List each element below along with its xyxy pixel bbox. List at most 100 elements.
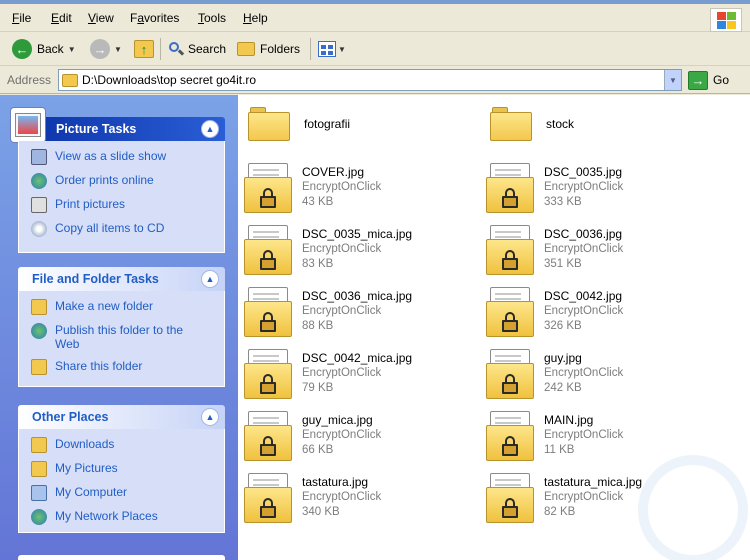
standard-toolbar: ← Back ▼ → ▼ ↑ Search Folders ▼: [0, 32, 750, 66]
file-folder-tasks-body: Make a new folder Publish this folder to…: [18, 291, 225, 387]
file-size: 351 KB: [544, 258, 582, 270]
search-icon: [168, 41, 185, 57]
encrypted-file-icon: [244, 287, 292, 337]
menu-tools[interactable]: Tools: [198, 11, 226, 25]
file-item[interactable]: COVER.jpg EncryptOnClick 43 KB: [244, 163, 381, 213]
file-type: EncryptOnClick: [544, 181, 624, 193]
file-name: tastatura.jpg: [302, 475, 369, 489]
toolbar-divider: [310, 38, 311, 60]
views-button[interactable]: ▼: [318, 37, 346, 61]
lock-icon: [260, 436, 276, 457]
search-label: Search: [188, 42, 227, 56]
file-type: EncryptOnClick: [544, 305, 624, 317]
lock-icon: [260, 498, 276, 519]
task-copy-to-cd[interactable]: Copy all items to CD: [31, 221, 214, 237]
task-label: Publish this folder to the Web: [55, 323, 184, 351]
file-size: 11 KB: [544, 444, 575, 456]
up-folder-button[interactable]: ↑: [134, 37, 154, 61]
menu-edit[interactable]: Edit: [51, 11, 72, 25]
task-label: Order prints online: [55, 173, 154, 187]
menu-file[interactable]: File: [12, 11, 31, 25]
file-folder-tasks-title: File and Folder Tasks: [32, 272, 159, 286]
place-downloads[interactable]: Downloads: [31, 437, 214, 453]
encrypted-file-icon: [486, 287, 534, 337]
menu-help[interactable]: Help: [243, 11, 268, 25]
file-type: EncryptOnClick: [302, 367, 382, 379]
toolbar-divider: [160, 38, 161, 60]
collapse-chevron-icon[interactable]: ▲: [201, 270, 219, 288]
encrypted-file-icon: [486, 473, 534, 523]
file-type: EncryptOnClick: [544, 367, 624, 379]
task-make-new-folder[interactable]: Make a new folder: [31, 299, 214, 315]
file-item[interactable]: DSC_0035.jpg EncryptOnClick 333 KB: [486, 163, 623, 213]
task-print-pictures[interactable]: Print pictures: [31, 197, 214, 213]
folder-icon: [31, 437, 47, 453]
address-dropdown-button[interactable]: ▼: [664, 70, 681, 90]
file-item[interactable]: DSC_0035_mica.jpg EncryptOnClick 83 KB: [244, 225, 412, 275]
views-icon: [318, 41, 336, 57]
file-item[interactable]: guy_mica.jpg EncryptOnClick 66 KB: [244, 411, 381, 461]
place-my-pictures[interactable]: My Pictures: [31, 461, 214, 477]
back-arrow-icon: ←: [12, 39, 32, 59]
address-input[interactable]: D:\Downloads\top secret go4it.ro ▼: [58, 69, 682, 91]
file-item[interactable]: DSC_0042.jpg EncryptOnClick 326 KB: [486, 287, 623, 337]
other-places-header[interactable]: Other Places ▲: [18, 405, 225, 429]
slideshow-icon: [31, 149, 47, 165]
file-item[interactable]: tastatura.jpg EncryptOnClick 340 KB: [244, 473, 381, 523]
globe-icon: [31, 323, 47, 339]
place-my-network-places[interactable]: My Network Places: [31, 509, 214, 525]
file-name: DSC_0035_mica.jpg: [302, 227, 413, 241]
details-panel-edge: [18, 555, 225, 560]
back-button[interactable]: ← Back ▼: [12, 37, 76, 61]
forward-button[interactable]: → ▼: [90, 37, 122, 61]
collapse-chevron-icon[interactable]: ▲: [201, 120, 219, 138]
folder-icon: [490, 107, 532, 141]
file-item[interactable]: tastatura_mica.jpg EncryptOnClick 82 KB: [486, 473, 642, 523]
new-folder-icon: [31, 299, 47, 315]
lock-icon: [502, 498, 518, 519]
folder-name: stock: [546, 117, 575, 131]
file-size: 83 KB: [302, 258, 334, 270]
go-button[interactable]: → Go: [688, 70, 729, 90]
menu-favorites[interactable]: Favorites: [130, 11, 179, 25]
menu-view[interactable]: View: [88, 11, 114, 25]
chevron-down-icon: ▼: [338, 44, 346, 54]
folders-button[interactable]: Folders: [237, 37, 300, 61]
task-view-slide-show[interactable]: View as a slide show: [31, 149, 214, 165]
picture-tasks-header[interactable]: Picture Tasks ▲: [10, 107, 225, 143]
address-value: D:\Downloads\top secret go4it.ro: [82, 73, 257, 87]
file-type: EncryptOnClick: [302, 429, 382, 441]
task-label: Share this folder: [55, 359, 143, 373]
file-folder-tasks-header[interactable]: File and Folder Tasks ▲: [18, 267, 225, 291]
watermark-graphic: [638, 455, 748, 560]
lock-icon: [260, 188, 276, 209]
go-arrow-icon: →: [688, 70, 708, 90]
file-type: EncryptOnClick: [544, 429, 624, 441]
file-item[interactable]: DSC_0036_mica.jpg EncryptOnClick 88 KB: [244, 287, 412, 337]
folder-item[interactable]: fotografii: [248, 99, 350, 141]
file-item[interactable]: MAIN.jpg EncryptOnClick 11 KB: [486, 411, 623, 461]
file-type: EncryptOnClick: [302, 181, 382, 193]
up-arrow-icon: ↑: [134, 40, 154, 58]
task-order-prints-online[interactable]: Order prints online: [31, 173, 214, 189]
task-publish-folder-web[interactable]: Publish this folder to the Web: [31, 323, 214, 351]
lock-icon: [502, 436, 518, 457]
place-my-computer[interactable]: My Computer: [31, 485, 214, 501]
share-folder-icon: [31, 359, 47, 375]
file-list-view[interactable]: fotografii stock COVER.jpg EncryptOnClick…: [238, 95, 750, 560]
file-size: 43 KB: [302, 196, 334, 208]
file-name: DSC_0042_mica.jpg: [302, 351, 413, 365]
collapse-chevron-icon[interactable]: ▲: [201, 408, 219, 426]
lock-icon: [502, 374, 518, 395]
search-button[interactable]: Search: [168, 37, 226, 61]
file-item[interactable]: DSC_0042_mica.jpg EncryptOnClick 79 KB: [244, 349, 412, 399]
picture-tasks-icon: [10, 107, 46, 143]
file-item[interactable]: guy.jpg EncryptOnClick 242 KB: [486, 349, 623, 399]
forward-arrow-icon: →: [90, 39, 110, 59]
lock-icon: [260, 250, 276, 271]
task-share-folder[interactable]: Share this folder: [31, 359, 214, 375]
file-item[interactable]: DSC_0036.jpg EncryptOnClick 351 KB: [486, 225, 623, 275]
folder-item[interactable]: stock: [490, 99, 574, 141]
chevron-down-icon: ▼: [67, 44, 76, 54]
encrypted-file-icon: [244, 473, 292, 523]
